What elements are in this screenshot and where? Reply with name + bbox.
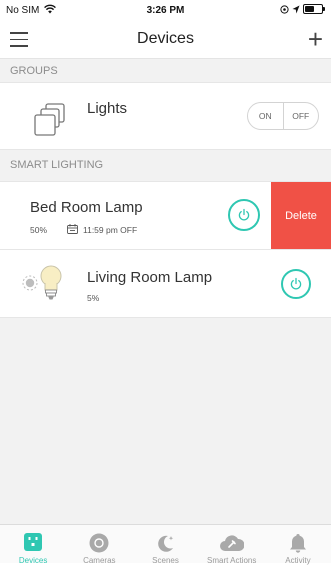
tab-activity[interactable]: Activity	[265, 525, 331, 565]
device-brightness: 5%	[87, 293, 100, 303]
group-on-off-toggle[interactable]: ON OFF	[247, 102, 319, 130]
status-indicators	[280, 4, 325, 14]
tab-label: Smart Actions	[207, 556, 257, 565]
location-arrow-icon	[292, 5, 300, 13]
smart-actions-icon	[219, 535, 244, 551]
group-name: Lights	[87, 100, 128, 117]
tab-scenes[interactable]: Scenes	[132, 525, 198, 565]
tab-devices[interactable]: Devices	[0, 525, 66, 565]
group-lights-icon	[34, 103, 65, 136]
nav-bar: Devices +	[0, 22, 331, 59]
tab-smart-actions[interactable]: Smart Actions	[199, 525, 265, 565]
tab-label: Scenes	[152, 556, 179, 565]
group-row-lights[interactable]: Lights ON OFF	[0, 84, 331, 150]
device-brightness: 50%	[30, 225, 48, 235]
device-name: Living Room Lamp	[87, 269, 213, 286]
device-name: Bed Room Lamp	[30, 199, 143, 216]
scenes-moon-icon	[157, 535, 173, 552]
group-off-button[interactable]: OFF	[282, 103, 319, 129]
tab-label: Cameras	[83, 556, 116, 565]
tab-label: Activity	[285, 556, 311, 565]
device-row-living-room-lamp[interactable]: Living Room Lamp 5%	[0, 250, 331, 318]
page-title: Devices	[137, 30, 194, 47]
devices-icon	[24, 533, 43, 551]
device-schedule: 11:59 pm OFF	[83, 225, 138, 235]
power-button[interactable]	[281, 269, 311, 299]
section-header-groups: GROUPS	[0, 59, 331, 83]
bulb-icon	[22, 265, 62, 300]
power-button[interactable]	[228, 199, 260, 231]
power-icon	[238, 208, 250, 221]
location-lock-icon	[280, 4, 289, 14]
power-icon	[290, 277, 302, 290]
section-header-smart-lighting: SMART LIGHTING	[0, 150, 331, 182]
tab-cameras[interactable]: Cameras	[66, 525, 132, 565]
status-bar: No SIM 3:26 PM	[0, 0, 331, 20]
group-on-button[interactable]: ON	[248, 103, 283, 129]
delete-button[interactable]: Delete	[271, 182, 331, 249]
camera-icon	[89, 533, 109, 553]
empty-list-area	[0, 318, 331, 524]
battery-icon	[303, 4, 325, 14]
schedule-icon	[67, 224, 78, 234]
tab-bar: Devices Cameras Scenes Smart Actions Act…	[0, 524, 331, 565]
tab-label: Devices	[18, 556, 48, 565]
add-icon[interactable]: +	[308, 26, 323, 52]
bell-icon	[289, 534, 306, 553]
